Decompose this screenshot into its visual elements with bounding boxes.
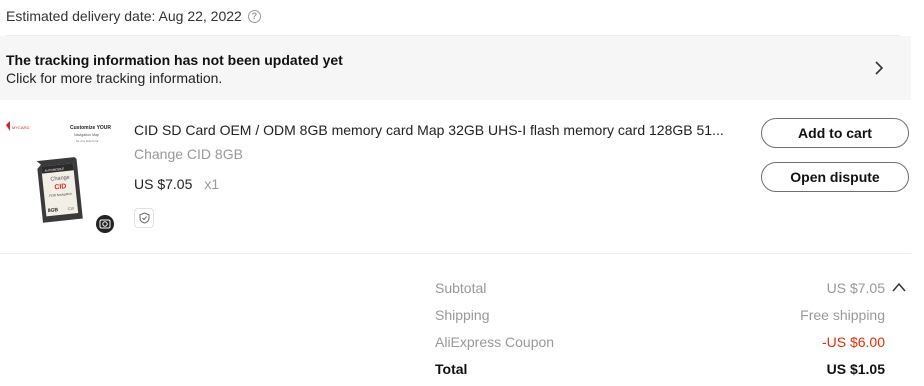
chevron-up-icon[interactable]: [892, 281, 906, 293]
product-variant: Change CID 8GB: [134, 146, 243, 162]
brand-name: MYCARD: [12, 125, 29, 130]
chevron-right-icon[interactable]: [872, 61, 886, 75]
card-size-text: 8GB: [48, 207, 59, 214]
image-line3: for any brand car: [76, 139, 99, 143]
subtotal-label: Subtotal: [435, 280, 487, 296]
camera-icon: [96, 215, 114, 233]
buyer-protection-badge[interactable]: [134, 208, 154, 228]
total-row: Total US $1.05: [435, 361, 885, 377]
delivery-info: Estimated delivery date: Aug 22, 2022 ?: [6, 6, 261, 26]
card-class-text: C10: [68, 206, 75, 211]
subtotal-row: Subtotal US $7.05: [435, 280, 885, 296]
total-value: US $1.05: [826, 361, 885, 377]
open-dispute-button[interactable]: Open dispute: [761, 162, 909, 192]
product-image[interactable]: MYCARD Customize YOUR Navigation Map for…: [0, 113, 122, 240]
delivery-date-text: Estimated delivery date: Aug 22, 2022: [6, 8, 242, 24]
divider: [0, 253, 911, 254]
price-row: US $7.05 x1: [134, 176, 219, 192]
shipping-label: Shipping: [435, 307, 490, 323]
sd-card-graphic: AUTOMOBILE Change CID FOR Navigation 8GB…: [36, 157, 83, 223]
product-quantity: x1: [204, 176, 220, 192]
coupon-row: AliExpress Coupon -US $6.00: [435, 334, 885, 350]
tracking-title: The tracking information has not been up…: [6, 52, 343, 68]
subtotal-value: US $7.05: [826, 280, 885, 296]
shipping-row: Shipping Free shipping: [435, 307, 885, 323]
total-label: Total: [435, 361, 468, 377]
coupon-value: -US $6.00: [821, 334, 885, 350]
coupon-label: AliExpress Coupon: [435, 334, 555, 350]
tracking-subtitle: Click for more tracking information.: [6, 70, 223, 86]
shield-check-icon: [139, 212, 149, 224]
question-circle-icon[interactable]: ?: [247, 9, 261, 23]
shipping-value: Free shipping: [800, 307, 885, 323]
image-line2: Navigation Map: [74, 133, 99, 137]
product-title[interactable]: CID SD Card OEM / ODM 8GB memory card Ma…: [134, 122, 744, 138]
product-price: US $7.05: [134, 176, 193, 192]
card-cid-text: CID: [54, 183, 67, 191]
image-heading: Customize YOUR: [70, 125, 111, 131]
tracking-banner[interactable]: The tracking information has not been up…: [0, 36, 911, 100]
add-to-cart-button[interactable]: Add to cart: [761, 118, 909, 148]
